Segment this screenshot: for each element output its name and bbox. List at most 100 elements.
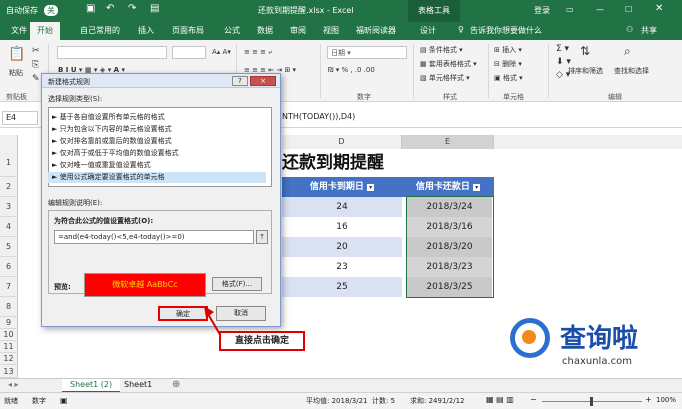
share-button[interactable]: 共享: [641, 25, 657, 36]
rule-type-label: 选择规则类型(S):: [48, 95, 103, 103]
row-header[interactable]: 7: [0, 277, 18, 297]
rule-type-item-selected[interactable]: ► 使用公式确定要设置格式的单元格: [48, 172, 266, 183]
rule-type-item[interactable]: ► 仅对唯一值或重复值设置格式: [48, 160, 266, 171]
select-all-corner[interactable]: [0, 135, 18, 149]
view-mode-icons[interactable]: ▦ ▤ ▥: [486, 395, 514, 404]
undo-icon[interactable]: ↶: [106, 3, 114, 14]
macro-record-icon[interactable]: ▣: [60, 396, 68, 405]
rule-type-item[interactable]: ► 仅对排名靠前或靠后的数值设置格式: [48, 136, 266, 147]
paste-icon[interactable]: 📋: [8, 46, 25, 62]
col-header-d[interactable]: D: [282, 135, 402, 149]
rule-type-item[interactable]: ► 只为包含以下内容的单元格设置格式: [48, 124, 266, 135]
cut-icon[interactable]: ✂: [32, 46, 40, 56]
row-header[interactable]: 4: [0, 217, 18, 237]
row-header[interactable]: 11: [0, 341, 18, 353]
find-select-button[interactable]: 查找和选择: [614, 66, 649, 76]
sheet-tab-active[interactable]: Sheet1 (2): [62, 379, 121, 393]
zoom-level[interactable]: 100%: [656, 396, 676, 404]
sort-filter-icon[interactable]: ⇅: [580, 44, 590, 58]
tab-review[interactable]: 审阅: [290, 25, 306, 36]
zoom-in-icon[interactable]: +: [645, 395, 652, 404]
quick-access-icon[interactable]: ▤: [150, 3, 159, 14]
row-header[interactable]: 8: [0, 297, 18, 317]
save-icon[interactable]: ▣: [86, 3, 95, 14]
paste-button[interactable]: 粘贴: [9, 68, 23, 78]
font-size-box[interactable]: [172, 46, 206, 59]
filter-dropdown-icon[interactable]: ▾: [473, 184, 481, 191]
due-day-cell[interactable]: 20: [282, 237, 402, 257]
format-cells-button[interactable]: ▣ 格式 ▾: [494, 73, 523, 83]
filter-dropdown-icon[interactable]: ▾: [367, 184, 375, 191]
add-sheet-icon[interactable]: ⊕: [172, 379, 180, 390]
tab-foxit[interactable]: 福昕阅读器: [356, 25, 396, 36]
maximize-icon[interactable]: ☐: [625, 5, 632, 14]
tab-data[interactable]: 数据: [257, 25, 273, 36]
collapse-range-icon[interactable]: ⤒: [256, 230, 268, 244]
sheet-title[interactable]: 还款到期提醒: [282, 148, 384, 173]
header-due-day[interactable]: 信用卡到期日 ▾: [282, 177, 402, 197]
font-name-box[interactable]: [57, 46, 167, 59]
rule-type-item[interactable]: ► 仅对高于或低于平均值的数值设置格式: [48, 148, 266, 159]
zoom-out-icon[interactable]: −: [530, 395, 537, 404]
font-grow-icon[interactable]: A▴ A▾: [212, 48, 231, 56]
autosave-toggle[interactable]: 关: [44, 5, 58, 16]
due-day-cell[interactable]: 23: [282, 257, 402, 277]
format-button[interactable]: 格式(F)...: [212, 277, 262, 291]
tab-design[interactable]: 设计: [420, 25, 436, 36]
table-format-button[interactable]: ▦ 套用表格格式 ▾: [420, 59, 477, 69]
sheet-tab[interactable]: Sheet1: [124, 380, 152, 389]
due-day-cell[interactable]: 16: [282, 217, 402, 237]
watermark-brand: 查询啦: [560, 324, 639, 354]
row-header[interactable]: 5: [0, 237, 18, 257]
conditional-format-button[interactable]: ▤ 条件格式 ▾: [420, 45, 463, 55]
status-count: 计数: 5: [372, 397, 396, 405]
tab-scroll-icons[interactable]: ◂ ▸: [8, 380, 19, 389]
row-header[interactable]: 6: [0, 257, 18, 277]
accounting-icons[interactable]: ₪ ▾ % , .0 .00: [328, 66, 375, 74]
login-link[interactable]: 登录: [534, 5, 550, 16]
row-header[interactable]: 1: [0, 149, 18, 177]
tab-home[interactable]: 开始: [30, 22, 60, 40]
ribbon-options-icon[interactable]: ▭: [566, 5, 574, 14]
row-header[interactable]: 2: [0, 177, 18, 197]
row-header[interactable]: 10: [0, 329, 18, 341]
due-day-cell[interactable]: 24: [282, 197, 402, 217]
dialog-close-button[interactable]: ×: [250, 76, 276, 86]
help-button[interactable]: ?: [232, 76, 248, 86]
row-header[interactable]: 13: [0, 365, 18, 378]
col-header-e[interactable]: E: [402, 135, 494, 149]
zoom-slider-thumb[interactable]: [590, 397, 593, 406]
sort-filter-button[interactable]: 排序和筛选: [568, 66, 603, 76]
tab-insert[interactable]: 插入: [138, 25, 154, 36]
insert-cells-button[interactable]: ⊞ 插入 ▾: [494, 45, 522, 55]
tab-view[interactable]: 视图: [323, 25, 339, 36]
align-top-icons[interactable]: ≡ ≡ ≡ ⤶: [244, 48, 272, 57]
redo-icon[interactable]: ↷: [128, 3, 136, 14]
cell-style-button[interactable]: ▧ 单元格样式 ▾: [420, 73, 470, 83]
tab-formulas[interactable]: 公式: [224, 25, 240, 36]
tell-me-search[interactable]: 告诉我你想要做什么: [470, 25, 542, 36]
tab-page-layout[interactable]: 页面布局: [172, 25, 204, 36]
header-pay-date[interactable]: 信用卡还款日 ▾: [402, 177, 494, 197]
autosave-label: 自动保存: [6, 6, 38, 15]
due-day-cell[interactable]: 25: [282, 277, 402, 297]
formula-input-field[interactable]: =and(e4-today()<5,e4-today()>=0): [54, 230, 254, 244]
formula-input[interactable]: NTH(TODAY()),D4): [282, 112, 355, 121]
col-header-f[interactable]: [494, 135, 682, 149]
row-header[interactable]: 12: [0, 353, 18, 365]
rule-type-item[interactable]: ► 基于各自值设置所有单元格的格式: [48, 112, 266, 123]
row-header[interactable]: 3: [0, 197, 18, 217]
styles-group-label: 样式: [443, 93, 457, 101]
delete-cells-button[interactable]: ⊟ 删除 ▾: [494, 59, 522, 69]
minimize-icon[interactable]: —: [596, 5, 604, 14]
name-box[interactable]: E4: [2, 111, 38, 125]
format-painter-icon[interactable]: ✎: [32, 74, 40, 84]
find-select-icon[interactable]: ⌕: [624, 44, 631, 59]
row-header[interactable]: 9: [0, 317, 18, 329]
copy-icon[interactable]: ⎘: [32, 60, 39, 70]
tab-file[interactable]: 文件: [11, 25, 27, 36]
autosum-icon[interactable]: Σ ▾: [556, 44, 569, 54]
close-window-icon[interactable]: ✕: [655, 3, 663, 14]
tab-custom[interactable]: 自己常用的: [80, 25, 120, 36]
number-format-box[interactable]: 日期 ▾: [327, 46, 407, 59]
